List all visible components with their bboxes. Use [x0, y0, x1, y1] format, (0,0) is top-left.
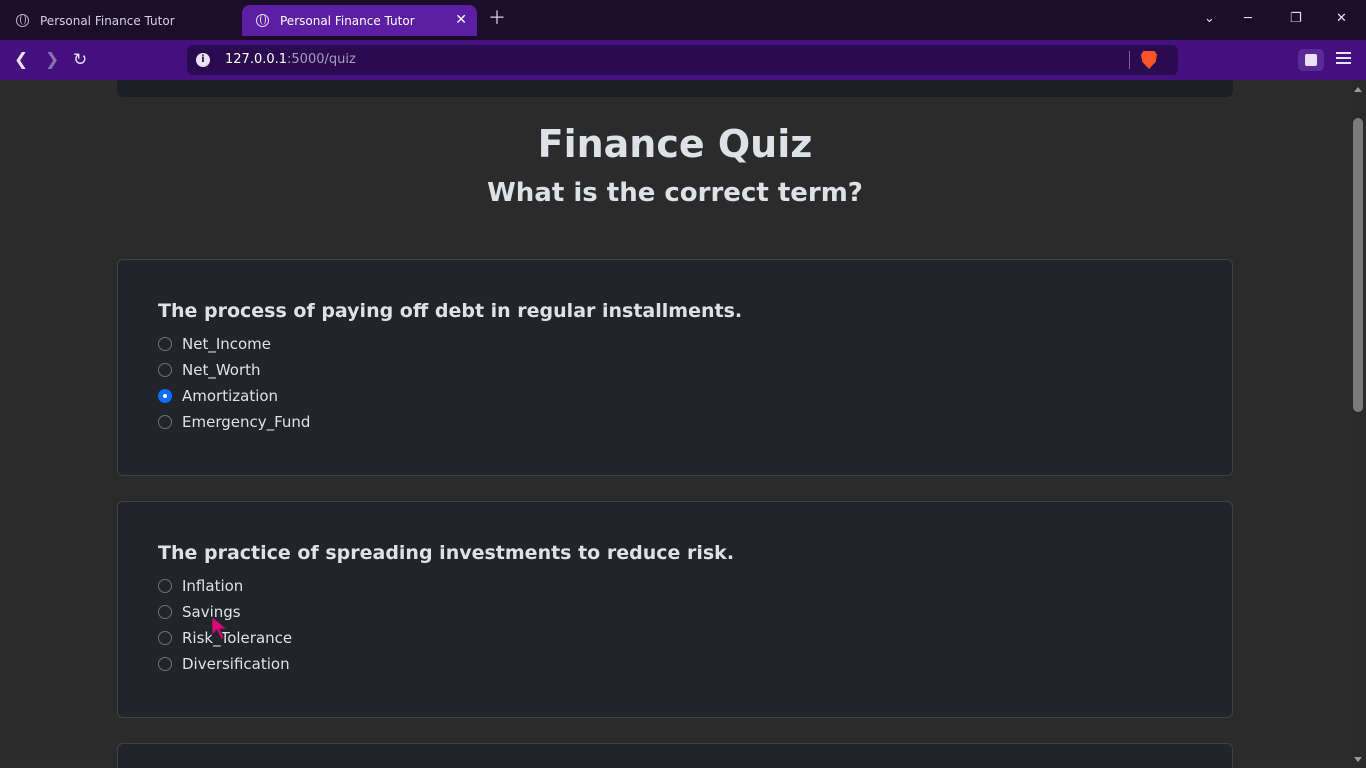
- option-label: Net_Income: [182, 335, 272, 353]
- url-path: :5000/quiz: [287, 52, 356, 67]
- reload-button[interactable]: ↻: [73, 50, 87, 70]
- question-card-3: [117, 743, 1233, 768]
- option-label: Diversification: [182, 655, 290, 673]
- question-text: The process of paying off debt in regula…: [158, 300, 743, 322]
- radio-button[interactable]: [158, 579, 172, 593]
- question-card-1: The process of paying off debt in regula…: [117, 259, 1233, 476]
- radio-button[interactable]: [158, 363, 172, 377]
- close-window-button[interactable]: ✕: [1336, 10, 1347, 28]
- option-label: Net_Worth: [182, 361, 261, 379]
- radio-button[interactable]: [158, 415, 172, 429]
- globe-icon: [256, 14, 269, 27]
- menu-hamburger-icon[interactable]: [1336, 52, 1351, 64]
- tab-personal-finance-2[interactable]: Personal Finance Tutor ✕: [242, 5, 477, 36]
- globe-icon: [16, 14, 29, 27]
- minimize-button[interactable]: ─: [1244, 10, 1252, 28]
- url-text[interactable]: 127.0.0.1:5000/quiz: [225, 52, 356, 67]
- brave-shields-icon[interactable]: [1141, 51, 1157, 69]
- option-net-worth[interactable]: Net_Worth: [158, 360, 261, 380]
- wallet-icon[interactable]: [1298, 49, 1324, 71]
- vertical-scrollbar[interactable]: [1350, 80, 1366, 768]
- tab-strip: Personal Finance Tutor Personal Finance …: [0, 0, 1366, 40]
- radio-button[interactable]: [158, 657, 172, 671]
- radio-button[interactable]: [158, 631, 172, 645]
- option-label: Inflation: [182, 577, 244, 595]
- mouse-cursor-icon: [211, 616, 229, 640]
- question-card-2: The practice of spreading investments to…: [117, 501, 1233, 718]
- forward-button[interactable]: ❯: [45, 50, 59, 70]
- restore-button[interactable]: ❐: [1290, 10, 1302, 28]
- tab-search-chevron-icon[interactable]: ⌄: [1204, 10, 1215, 28]
- option-label: Risk_Tolerance: [182, 629, 293, 647]
- radio-button[interactable]: [158, 605, 172, 619]
- close-tab-icon[interactable]: ✕: [455, 12, 467, 28]
- option-label: Amortization: [182, 387, 279, 405]
- back-button[interactable]: ❮: [14, 50, 28, 70]
- url-host: 127.0.0.1: [225, 52, 288, 67]
- question-text: The practice of spreading investments to…: [158, 542, 735, 564]
- scroll-down-arrow-icon[interactable]: [1354, 757, 1362, 762]
- address-bar[interactable]: i 127.0.0.1:5000/quiz: [187, 45, 1178, 75]
- site-info-icon[interactable]: i: [196, 53, 210, 67]
- tab-personal-finance-1[interactable]: Personal Finance Tutor: [2, 5, 237, 36]
- option-emergency-fund[interactable]: Emergency_Fund: [158, 412, 310, 432]
- tab-title: Personal Finance Tutor: [40, 13, 175, 28]
- new-tab-button[interactable]: ＋: [488, 10, 506, 28]
- scroll-up-arrow-icon[interactable]: [1354, 87, 1362, 92]
- option-amortization[interactable]: Amortization: [158, 386, 278, 406]
- page-subtitle: What is the correct term?: [487, 178, 863, 208]
- radio-button[interactable]: [158, 337, 172, 351]
- option-diversification[interactable]: Diversification: [158, 654, 290, 674]
- scroll-thumb[interactable]: [1353, 118, 1363, 412]
- option-net-income[interactable]: Net_Income: [158, 334, 271, 354]
- url-divider: [1129, 51, 1130, 69]
- header-strip: [117, 80, 1233, 97]
- option-label: Emergency_Fund: [182, 413, 311, 431]
- tab-title: Personal Finance Tutor: [280, 13, 415, 28]
- page-title: Finance Quiz: [537, 122, 813, 166]
- radio-button-checked[interactable]: [158, 389, 172, 403]
- option-inflation[interactable]: Inflation: [158, 576, 243, 596]
- page-viewport: Finance Quiz What is the correct term? T…: [0, 80, 1350, 768]
